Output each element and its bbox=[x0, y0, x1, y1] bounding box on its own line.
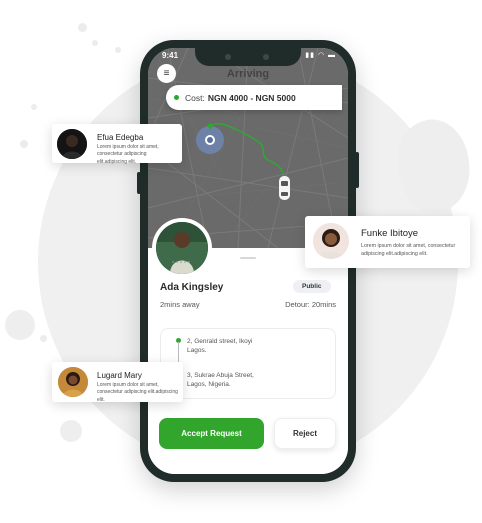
route-connector bbox=[178, 342, 179, 362]
drag-handle[interactable] bbox=[240, 257, 256, 259]
phone-notch bbox=[195, 48, 301, 66]
card-name: Efua Edegba bbox=[97, 133, 144, 142]
green-dot-icon bbox=[174, 95, 179, 100]
pickup-address: 2, Genrald street, Ikoyi Lagos. bbox=[187, 338, 253, 354]
decorative-dot bbox=[40, 335, 47, 342]
avatar bbox=[58, 367, 88, 397]
decorative-dot bbox=[31, 104, 37, 110]
card-description: Lorem ipsum dolor sit amet, consectetur … bbox=[361, 243, 456, 257]
camera-icon bbox=[225, 54, 231, 60]
decorative-dot bbox=[92, 40, 98, 46]
driver-avatar-ring bbox=[152, 218, 212, 278]
side-button bbox=[137, 172, 141, 194]
avatar bbox=[313, 223, 349, 259]
accept-request-button[interactable]: Accept Request bbox=[159, 418, 264, 449]
avatar bbox=[156, 222, 208, 274]
cost-label: Cost: bbox=[185, 92, 205, 103]
power-button bbox=[355, 152, 359, 188]
driver-eta: 2mins away bbox=[160, 300, 200, 309]
decorative-dot bbox=[115, 47, 121, 53]
request-sheet: Ada Kingsley 2mins away Public Detour: 2… bbox=[148, 218, 348, 474]
profile-card[interactable]: Efua Edegba Lorem ipsum dolor sit amet, … bbox=[52, 124, 182, 165]
camera-icon bbox=[263, 54, 269, 60]
driver-name: Ada Kingsley bbox=[160, 282, 224, 293]
avatar bbox=[57, 129, 87, 159]
dropoff-address: 3, Sukrae Abuja Street, Lagos, Nigeria. bbox=[187, 372, 254, 388]
decorative-blob bbox=[60, 420, 82, 442]
profile-card[interactable]: Lugard Mary Lorem ipsum dolor sit amet, … bbox=[52, 362, 183, 403]
card-name: Lugard Mary bbox=[97, 371, 142, 380]
reject-button[interactable]: Reject bbox=[274, 418, 336, 449]
hamburger-icon: ≡ bbox=[163, 68, 170, 79]
decorative-dot bbox=[78, 23, 87, 32]
status-time: 9:41 bbox=[162, 51, 179, 60]
card-description: Lorem ipsum dolor sit amet, consectetur … bbox=[97, 144, 159, 165]
cost-pill: Cost: NGN 4000 - NGN 5000 bbox=[166, 85, 342, 110]
decorative-blob bbox=[5, 310, 35, 340]
menu-button[interactable]: ≡ bbox=[157, 64, 176, 83]
signal-wifi-battery-icon: ▮▮ ◠ ▬ bbox=[305, 52, 336, 59]
profile-card[interactable]: Funke Ibitoye Lorem ipsum dolor sit amet… bbox=[305, 216, 470, 268]
map-title: Arriving bbox=[226, 68, 270, 80]
cost-value: NGN 4000 - NGN 5000 bbox=[207, 92, 296, 103]
detour-time: Detour: 20mins bbox=[285, 300, 336, 309]
card-name: Funke Ibitoye bbox=[361, 228, 419, 239]
status-badge: Public bbox=[293, 280, 331, 293]
card-description: Lorem ipsum dolor sit amet, consectetur … bbox=[97, 382, 178, 403]
decorative-dot bbox=[20, 140, 28, 148]
route-card: 2, Genrald street, Ikoyi Lagos. 3, Sukra… bbox=[160, 328, 336, 399]
